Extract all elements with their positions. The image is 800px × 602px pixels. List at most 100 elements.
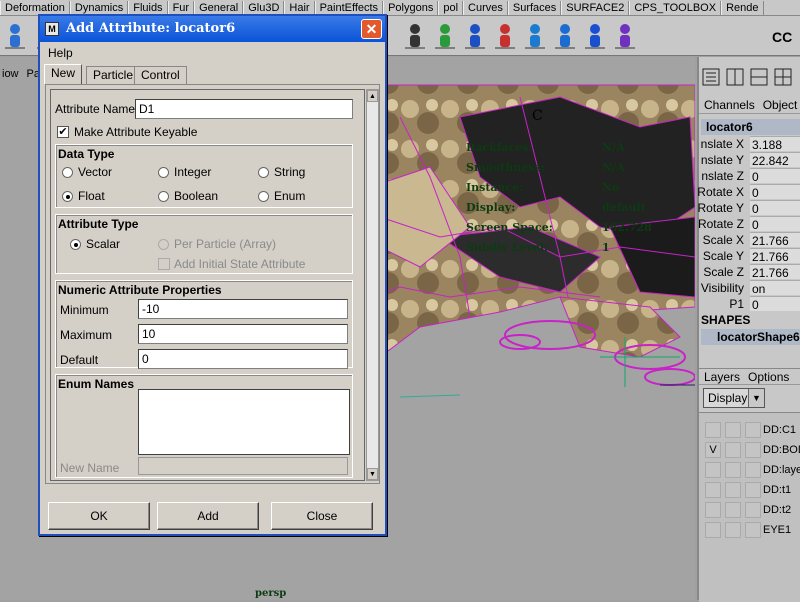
dialog-scrollbar[interactable]: ▲ ▼ (366, 89, 379, 481)
layer-visibility-toggle[interactable]: V (705, 442, 721, 458)
layer-template-toggle[interactable] (725, 442, 741, 458)
channel-attribute-row[interactable]: Scale Y 21.766 (699, 248, 800, 264)
channel-attribute-row[interactable]: Rotate Y 0 (698, 200, 800, 216)
channel-attribute-value[interactable]: 21.766 (750, 264, 800, 280)
maximum-input[interactable]: 10 (138, 324, 348, 344)
layer-template-toggle[interactable] (725, 522, 741, 538)
add-button[interactable]: Add (157, 502, 259, 530)
channel-attribute-value[interactable]: 21.766 (750, 232, 800, 248)
shelf-tab[interactable]: SURFACE2 (561, 1, 630, 15)
layer-visibility-toggle[interactable] (705, 482, 721, 498)
channel-attribute-row[interactable]: P1 0 (699, 296, 800, 312)
tab-control[interactable]: Control (134, 66, 187, 84)
channel-attribute-row[interactable]: nslate Y 22.842 (699, 152, 800, 168)
channel-attribute-row[interactable]: nslate X 3.188 (699, 136, 800, 152)
new-name-input[interactable] (138, 457, 348, 475)
channel-attribute-row[interactable]: Rotate X 0 (697, 184, 800, 200)
radio-string[interactable] (258, 167, 269, 178)
radio-per-particle[interactable] (158, 239, 169, 250)
shelf-tab[interactable]: Rende (721, 1, 764, 15)
layer-color-swatch[interactable] (745, 482, 761, 498)
tab-particle[interactable]: Particle (86, 66, 141, 84)
attribute-name-input[interactable]: D1 (135, 99, 353, 119)
sphere-icon[interactable] (460, 20, 490, 52)
curve-icon[interactable] (610, 20, 640, 52)
channel-attribute-value[interactable]: 0 (750, 296, 800, 312)
display-dropdown[interactable]: Display ▼ (703, 388, 765, 408)
panel-menu-item[interactable]: iow (2, 68, 19, 80)
options-menu-item[interactable]: Options (748, 370, 789, 384)
layer-row[interactable]: DD:C1 (699, 421, 800, 439)
keyable-checkbox[interactable]: ✔ (57, 126, 69, 138)
tab-new[interactable]: New (44, 64, 83, 84)
radio-integer[interactable] (158, 167, 169, 178)
star-icon[interactable] (430, 20, 460, 52)
layer-color-swatch[interactable] (745, 502, 761, 518)
channel-attribute-row[interactable]: Visibility on (699, 280, 800, 296)
checker-icon[interactable] (400, 20, 430, 52)
default-input[interactable]: 0 (138, 349, 348, 369)
radio-float[interactable] (62, 191, 73, 202)
shelf-tab[interactable]: Surfaces (507, 1, 562, 15)
cc-icon[interactable]: CC (770, 20, 800, 52)
close-button[interactable]: Close (271, 502, 373, 530)
channel-attribute-value[interactable]: 3.188 (750, 136, 800, 152)
layer-template-toggle[interactable] (725, 422, 741, 438)
layer-row[interactable]: DD:t2 (699, 501, 800, 519)
channel-attribute-value[interactable]: on (750, 280, 800, 296)
layer-template-toggle[interactable] (725, 482, 741, 498)
ok-button[interactable]: OK (48, 502, 150, 530)
layer-row[interactable]: DD:laye (699, 461, 800, 479)
shelf-tab[interactable]: Curves (463, 1, 508, 15)
layer-color-swatch[interactable] (745, 522, 761, 538)
channel-attribute-value[interactable]: 0 (750, 168, 800, 184)
shelf-tab[interactable]: Polygons (383, 1, 439, 15)
channel-attribute-value[interactable]: 21.766 (750, 248, 800, 264)
layer-visibility-toggle[interactable] (705, 522, 721, 538)
layers-menu[interactable]: Layers Options (699, 368, 800, 385)
layer-row[interactable]: DD:t1 (699, 481, 800, 499)
layer-visibility-toggle[interactable] (705, 502, 721, 518)
cube-icon[interactable] (580, 20, 610, 52)
dialog-title-bar[interactable]: Add Attribute: locator6 (40, 16, 385, 42)
axis-icon[interactable] (520, 20, 550, 52)
shelf-tab[interactable]: CPS_TOOLBOX (629, 1, 722, 15)
walk-icon[interactable] (0, 20, 30, 52)
channel-box-menu[interactable]: Channels Object (699, 97, 800, 114)
help-menu[interactable]: Help (48, 46, 73, 60)
shape-item[interactable]: locatorShape6 (701, 329, 800, 345)
enum-names-list[interactable] (138, 389, 350, 455)
channel-attribute-value[interactable]: 0 (750, 184, 800, 200)
layer-row[interactable]: EYE1 (699, 521, 800, 539)
channel-attribute-row[interactable]: Rotate Z 0 (698, 216, 800, 232)
channel-attribute-value[interactable]: 0 (750, 200, 800, 216)
layer-color-swatch[interactable] (745, 442, 761, 458)
scroll-down-icon[interactable]: ▼ (367, 468, 378, 480)
layer-color-swatch[interactable] (745, 462, 761, 478)
layer-template-toggle[interactable] (725, 502, 741, 518)
scroll-up-icon[interactable]: ▲ (367, 90, 378, 102)
radio-vector[interactable] (62, 167, 73, 178)
close-icon[interactable]: ✕ (361, 19, 382, 39)
minimum-input[interactable]: -10 (138, 299, 348, 319)
layer-template-toggle[interactable] (725, 462, 741, 478)
channel-box-object-name[interactable]: locator6 (701, 119, 800, 135)
channel-attribute-row[interactable]: nslate Z 0 (699, 168, 800, 184)
channels-menu[interactable]: Channels (704, 98, 755, 112)
channel-attribute-value[interactable]: 0 (750, 216, 800, 232)
shelf-tab[interactable]: pol (438, 1, 464, 15)
layer-row[interactable]: V DD:BOD (699, 441, 800, 459)
layer-visibility-toggle[interactable] (705, 462, 721, 478)
channel-attribute-value[interactable]: 22.842 (750, 152, 800, 168)
initial-state-checkbox[interactable] (158, 258, 170, 270)
layer-color-swatch[interactable] (745, 422, 761, 438)
channel-attribute-row[interactable]: Scale X 21.766 (699, 232, 800, 248)
layers-menu-item[interactable]: Layers (704, 370, 740, 384)
object-menu[interactable]: Object (763, 98, 798, 112)
radio-boolean[interactable] (158, 191, 169, 202)
radio-scalar[interactable] (70, 239, 81, 250)
layer-visibility-toggle[interactable] (705, 422, 721, 438)
joint-icon[interactable] (490, 20, 520, 52)
channel-attribute-row[interactable]: Scale Z 21.766 (699, 264, 800, 280)
radio-enum[interactable] (258, 191, 269, 202)
